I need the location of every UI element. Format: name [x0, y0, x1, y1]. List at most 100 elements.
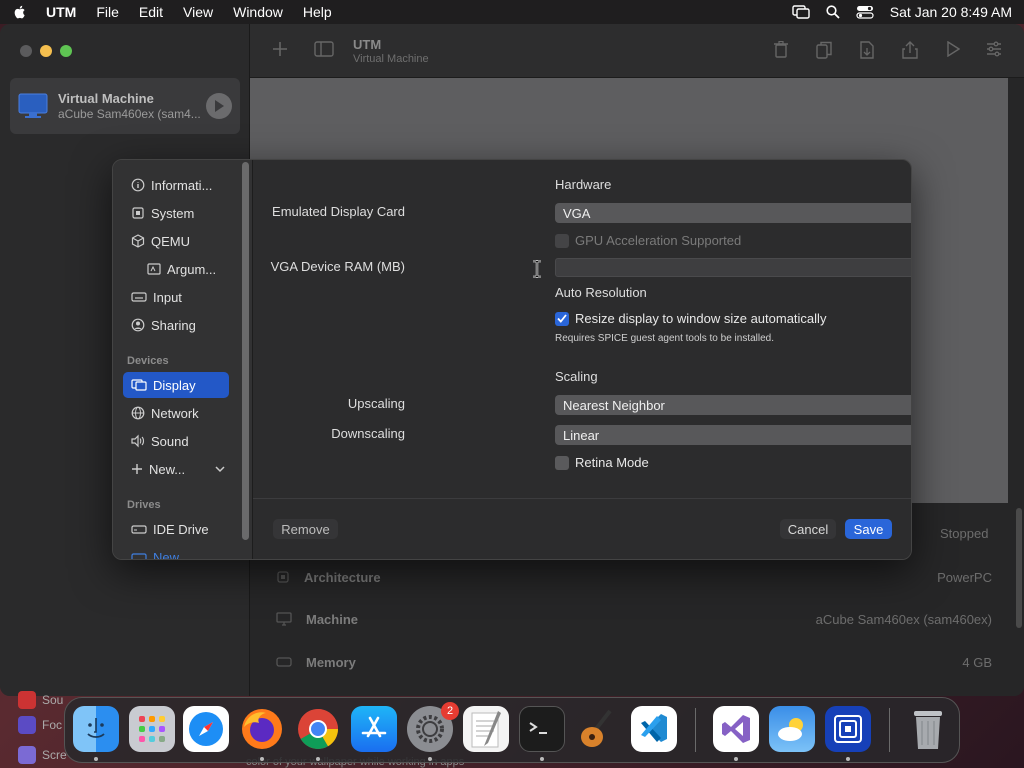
- save-button[interactable]: Save: [845, 519, 892, 539]
- sidebar-item-network[interactable]: Network: [123, 400, 229, 426]
- remove-button[interactable]: Remove: [273, 519, 338, 539]
- text-cursor-icon: [533, 260, 541, 278]
- scaling-section-title: Scaling: [555, 369, 598, 384]
- detail-row-memory: Memory 4 GB: [276, 648, 992, 676]
- detail-label: Architecture: [304, 569, 381, 585]
- sidebar-item-information[interactable]: Informati...: [123, 172, 229, 198]
- menu-clock[interactable]: Sat Jan 20 8:49 AM: [890, 4, 1012, 20]
- menu-window[interactable]: Window: [233, 4, 283, 20]
- firefox-icon[interactable]: [239, 706, 285, 752]
- safari-icon[interactable]: [183, 706, 229, 752]
- sidebar-item-label: Argum...: [167, 261, 217, 277]
- sidebar-item-sharing[interactable]: Sharing: [123, 312, 229, 338]
- upscaling-label: Upscaling: [347, 396, 405, 411]
- vga-ram-label: VGA Device RAM (MB): [270, 259, 405, 274]
- sidebar-item-new-drive[interactable]: New...: [123, 544, 229, 559]
- sidebar-item-label: Network: [151, 405, 199, 421]
- control-center-icon[interactable]: [856, 5, 874, 19]
- resize-display-checkbox[interactable]: [555, 311, 569, 326]
- settings-sidebar: Informati... System QEMU Argum... Input …: [113, 160, 253, 559]
- drives-section-header: Drives: [127, 499, 161, 511]
- dock-separator: [889, 708, 890, 752]
- running-indicator: [846, 757, 850, 761]
- sidebar-item-ide-drive[interactable]: IDE Drive: [123, 516, 229, 542]
- chevron-down-icon[interactable]: [215, 465, 225, 473]
- sidebar-item-display[interactable]: Display: [123, 372, 229, 398]
- retina-mode-checkbox[interactable]: [555, 455, 569, 470]
- sidebar-item-label: QEMU: [151, 233, 190, 249]
- garageband-icon[interactable]: [575, 706, 621, 752]
- visualstudio-icon[interactable]: [713, 706, 759, 752]
- sidebar-toggle-icon[interactable]: [314, 41, 334, 57]
- system-icon: [132, 207, 144, 219]
- gpu-acceleration-checkbox-row: GPU Acceleration Supported: [555, 233, 741, 248]
- search-icon[interactable]: [826, 5, 840, 19]
- export-icon[interactable]: [860, 41, 874, 59]
- plus-icon: [132, 464, 142, 474]
- vscode-icon[interactable]: [631, 706, 677, 752]
- notification-badge: 2: [441, 702, 459, 720]
- appstore-icon[interactable]: [351, 706, 397, 752]
- zoom-window-button[interactable]: [60, 45, 72, 57]
- running-indicator: [734, 757, 738, 761]
- detail-label: Memory: [306, 654, 356, 670]
- textedit-icon[interactable]: [463, 706, 509, 752]
- launchpad-icon[interactable]: [129, 706, 175, 752]
- sidebar-item-label: New...: [149, 461, 186, 477]
- sidebar-item-new-device[interactable]: New...: [123, 456, 229, 482]
- share-icon[interactable]: [902, 41, 918, 59]
- display-card-select[interactable]: VGA: [555, 203, 911, 223]
- select-value: Nearest Neighbor: [563, 397, 665, 413]
- menu-view[interactable]: View: [183, 4, 213, 20]
- monitor-icon: [18, 93, 48, 118]
- terminal-app-icon[interactable]: [519, 706, 565, 752]
- sidebar-item-label: Display: [153, 377, 196, 393]
- chrome-icon[interactable]: [295, 706, 341, 752]
- architecture-icon: [277, 571, 289, 583]
- window-toolbar: UTM Virtual Machine: [250, 24, 1024, 78]
- cancel-button[interactable]: Cancel: [780, 519, 836, 539]
- vm-list-item[interactable]: Virtual Machine aCube Sam460ex (sam4...: [10, 78, 240, 134]
- settings-icon[interactable]: 2: [407, 702, 459, 752]
- details-scrollbar[interactable]: [1016, 508, 1022, 628]
- utm-icon[interactable]: [825, 706, 871, 752]
- sidebar-item-label: Informati...: [151, 177, 213, 193]
- sidebar-item-arguments[interactable]: Argum...: [139, 256, 229, 282]
- menu-app-name[interactable]: UTM: [46, 4, 76, 20]
- auto-resolution-section-title: Auto Resolution: [555, 285, 647, 300]
- add-icon[interactable]: [272, 41, 288, 57]
- screen-mirroring-icon[interactable]: [792, 5, 810, 19]
- sidebar-item-sound[interactable]: Sound: [123, 428, 229, 454]
- sidebar-item-input[interactable]: Input: [123, 284, 229, 310]
- downscaling-select[interactable]: Linear: [555, 425, 911, 445]
- background-item: Foc: [18, 716, 62, 734]
- sidebar-item-system[interactable]: System: [123, 200, 229, 226]
- display-settings-form: Hardware Emulated Display Card VGA GPU A…: [253, 160, 911, 500]
- finder-icon[interactable]: [73, 706, 119, 752]
- weather-icon[interactable]: [769, 706, 815, 752]
- vga-ram-field[interactable]: 16: [555, 258, 911, 277]
- close-window-button[interactable]: [20, 45, 32, 57]
- resize-display-checkbox-row[interactable]: Resize display to window size automatica…: [555, 311, 826, 326]
- running-indicator: [94, 757, 98, 761]
- menu-edit[interactable]: Edit: [139, 4, 163, 20]
- minimize-window-button[interactable]: [40, 45, 52, 57]
- dock-separator: [695, 708, 696, 752]
- menu-file[interactable]: File: [96, 4, 119, 20]
- upscaling-select[interactable]: Nearest Neighbor: [555, 395, 911, 415]
- run-vm-button[interactable]: [206, 93, 232, 119]
- run-icon[interactable]: [946, 41, 960, 57]
- menu-help[interactable]: Help: [303, 4, 332, 20]
- detail-value: aCube Sam460ex (sam460ex): [815, 611, 992, 627]
- info-icon: [131, 178, 145, 192]
- settings-sidebar-scrollbar[interactable]: [242, 162, 249, 540]
- detail-label: Machine: [306, 611, 359, 627]
- clone-icon[interactable]: [816, 41, 832, 59]
- retina-mode-checkbox-row[interactable]: Retina Mode: [555, 455, 649, 470]
- trash-icon[interactable]: [905, 706, 951, 752]
- sidebar-item-qemu[interactable]: QEMU: [123, 228, 229, 254]
- delete-icon[interactable]: [774, 41, 788, 58]
- apple-icon[interactable]: [12, 4, 28, 20]
- sidebar-item-label: Sound: [151, 433, 189, 449]
- settings-sliders-icon[interactable]: [986, 41, 1002, 57]
